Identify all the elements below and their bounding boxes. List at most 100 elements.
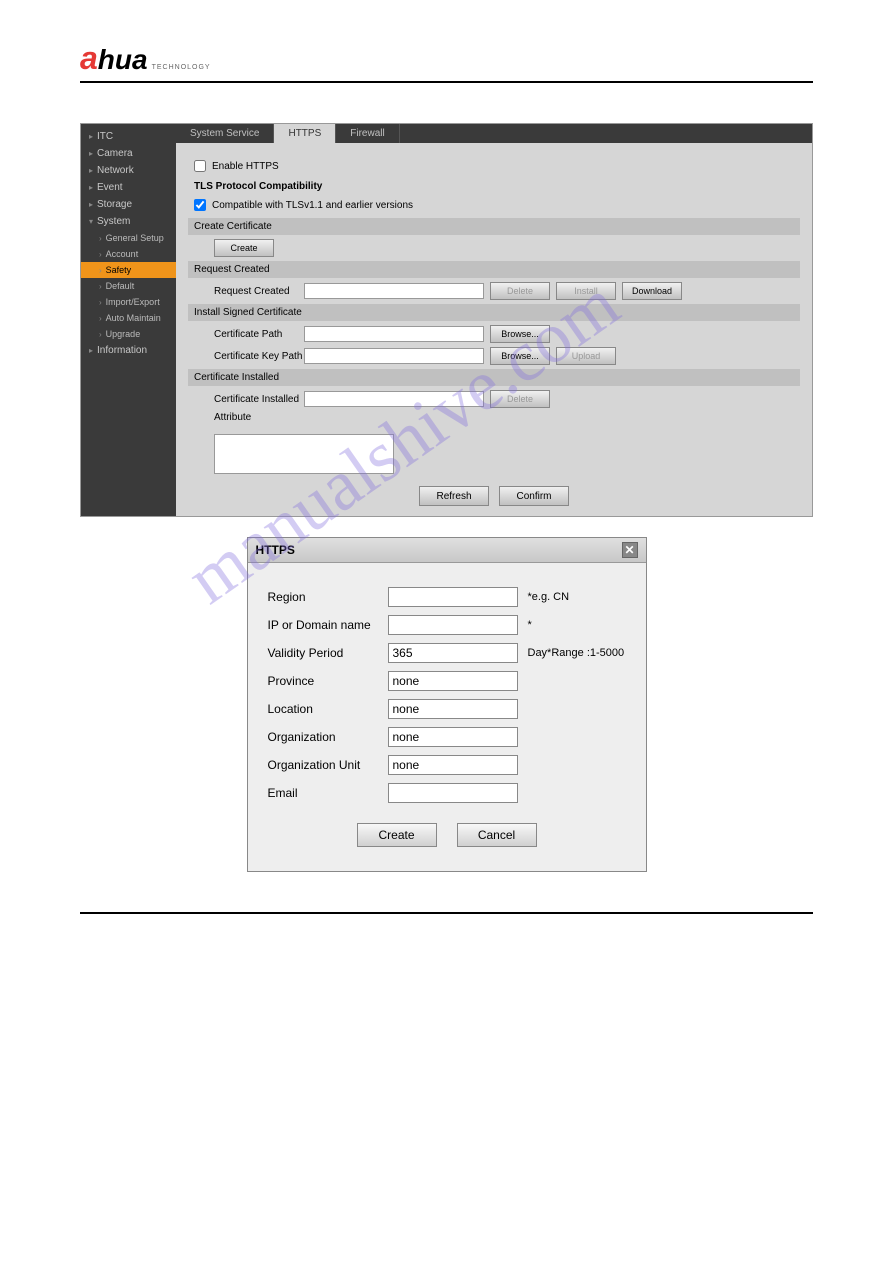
sidebar-label: Event	[97, 182, 123, 193]
province-input[interactable]	[388, 671, 518, 691]
chevron-right-icon: ▸	[89, 200, 93, 209]
refresh-button[interactable]: Refresh	[419, 486, 489, 506]
sidebar-item-itc[interactable]: ▸ ITC	[81, 128, 176, 145]
sidebar-label: General Setup	[106, 233, 164, 243]
browse-key-button[interactable]: Browse...	[490, 347, 550, 365]
chevron-right-icon: ›	[99, 314, 102, 323]
sidebar-item-storage[interactable]: ▸Storage	[81, 196, 176, 213]
request-created-input[interactable]	[304, 283, 484, 299]
chevron-right-icon: ▸	[89, 166, 93, 175]
tab-firewall[interactable]: Firewall	[336, 124, 399, 143]
sidebar-sub-default[interactable]: › Default	[81, 278, 176, 294]
tab-content: Enable HTTPS TLS Protocol Compatibility …	[176, 143, 812, 516]
sidebar-sub-auto-maintain[interactable]: › Auto Maintain	[81, 310, 176, 326]
cert-installed-header: Certificate Installed	[188, 369, 800, 386]
logo-text: hua	[98, 44, 148, 76]
sidebar-sub-account[interactable]: › Account	[81, 246, 176, 262]
cert-path-label: Certificate Path	[194, 329, 304, 340]
page-container: ahua TECHNOLOGY ▸ITC ▸Camera ▸Network ▸E…	[0, 0, 893, 954]
close-button[interactable]: ✕	[622, 542, 638, 558]
sidebar-item-event[interactable]: ▸Event	[81, 179, 176, 196]
ip-domain-hint: *	[528, 619, 532, 631]
compatible-checkbox[interactable]	[194, 199, 206, 211]
ip-domain-label: IP or Domain name	[268, 618, 388, 632]
region-input[interactable]	[388, 587, 518, 607]
page-header: ahua TECHNOLOGY	[80, 40, 813, 83]
sidebar-label: Import/Export	[106, 297, 160, 307]
compatible-label: Compatible with TLSv1.1 and earlier vers…	[212, 200, 413, 211]
organization-input[interactable]	[388, 727, 518, 747]
enable-https-checkbox[interactable]	[194, 160, 206, 172]
brand-logo: ahua TECHNOLOGY	[80, 40, 813, 77]
location-label: Location	[268, 702, 388, 716]
attribute-textarea[interactable]	[214, 434, 394, 474]
delete-cert-button[interactable]: Delete	[490, 390, 550, 408]
close-icon: ✕	[624, 543, 634, 557]
dialog-create-button[interactable]: Create	[357, 823, 437, 847]
cert-path-input[interactable]	[304, 326, 484, 342]
request-created-header: Request Created	[188, 261, 800, 278]
sidebar-item-network[interactable]: ▸ Network	[81, 162, 176, 179]
create-cert-header: Create Certificate	[188, 218, 800, 235]
sidebar-label: Auto Maintain	[106, 313, 161, 323]
sidebar-label: Upgrade	[106, 329, 141, 339]
chevron-right-icon: ›	[99, 234, 102, 243]
chevron-right-icon: ›	[99, 250, 102, 259]
confirm-button[interactable]: Confirm	[499, 486, 569, 506]
location-input[interactable]	[388, 699, 518, 719]
sidebar-sub-general[interactable]: › General Setup	[81, 230, 176, 246]
sidebar-label: Default	[106, 281, 135, 291]
chevron-right-icon: ›	[99, 298, 102, 307]
chevron-right-icon: ›	[99, 266, 102, 275]
enable-https-label: Enable HTTPS	[212, 161, 279, 172]
validity-input[interactable]	[388, 643, 518, 663]
ip-domain-input[interactable]	[388, 615, 518, 635]
chevron-down-icon: ▾	[89, 217, 93, 226]
dialog-cancel-button[interactable]: Cancel	[457, 823, 537, 847]
org-unit-input[interactable]	[388, 755, 518, 775]
sidebar-sub-safety[interactable]: › Safety	[81, 262, 176, 278]
validity-label: Validity Period	[268, 646, 388, 660]
delete-button[interactable]: Delete	[490, 282, 550, 300]
logo-sub: TECHNOLOGY	[152, 64, 211, 71]
cert-key-path-label: Certificate Key Path	[194, 351, 304, 362]
https-config-panel: ▸ITC ▸Camera ▸Network ▸Event ▸Storage ▾S…	[80, 123, 813, 517]
install-button[interactable]: Install	[556, 282, 616, 300]
sidebar-label: Account	[106, 249, 139, 259]
tab-system-service[interactable]: System Service	[176, 124, 274, 143]
sidebar-sub-import-export[interactable]: › Import/Export	[81, 294, 176, 310]
https-dialog: HTTPS ✕ Region *e.g. CN IP or Domain nam…	[247, 537, 647, 872]
browse-cert-button[interactable]: Browse...	[490, 325, 550, 343]
attribute-label: Attribute	[194, 412, 304, 423]
sidebar-label: Safety	[106, 265, 132, 275]
sidebar-label: Network	[97, 165, 134, 176]
region-label: Region	[268, 590, 388, 604]
sidebar: ▸ITC ▸Camera ▸Network ▸Event ▸Storage ▾S…	[81, 124, 176, 516]
email-label: Email	[268, 786, 388, 800]
dialog-titlebar: HTTPS ✕	[248, 538, 646, 563]
sidebar-item-information[interactable]: ▸Information	[81, 342, 176, 359]
download-button[interactable]: Download	[622, 282, 682, 300]
upload-button[interactable]: Upload	[556, 347, 616, 365]
validity-hint: Day*Range :1-5000	[528, 647, 625, 659]
tab-https[interactable]: HTTPS	[274, 124, 336, 143]
sidebar-item-camera[interactable]: ▸ Camera	[81, 145, 176, 162]
sidebar-sub-upgrade[interactable]: ›Upgrade	[81, 326, 176, 342]
sidebar-label: ITC	[97, 131, 113, 142]
sidebar-label: System	[97, 216, 130, 227]
page-footer	[80, 912, 813, 914]
org-unit-label: Organization Unit	[268, 758, 388, 772]
chevron-right-icon: ▸	[89, 132, 93, 141]
cert-key-path-input[interactable]	[304, 348, 484, 364]
email-input[interactable]	[388, 783, 518, 803]
sidebar-label: Camera	[97, 148, 133, 159]
chevron-right-icon: ▸	[89, 149, 93, 158]
organization-label: Organization	[268, 730, 388, 744]
request-created-label: Request Created	[194, 286, 304, 297]
region-hint: *e.g. CN	[528, 591, 570, 603]
sidebar-item-system[interactable]: ▾ System	[81, 213, 176, 230]
cert-installed-input[interactable]	[304, 391, 484, 407]
create-button[interactable]: Create	[214, 239, 274, 257]
tab-bar: System Service HTTPS Firewall	[176, 124, 812, 143]
chevron-right-icon: ›	[99, 282, 102, 291]
